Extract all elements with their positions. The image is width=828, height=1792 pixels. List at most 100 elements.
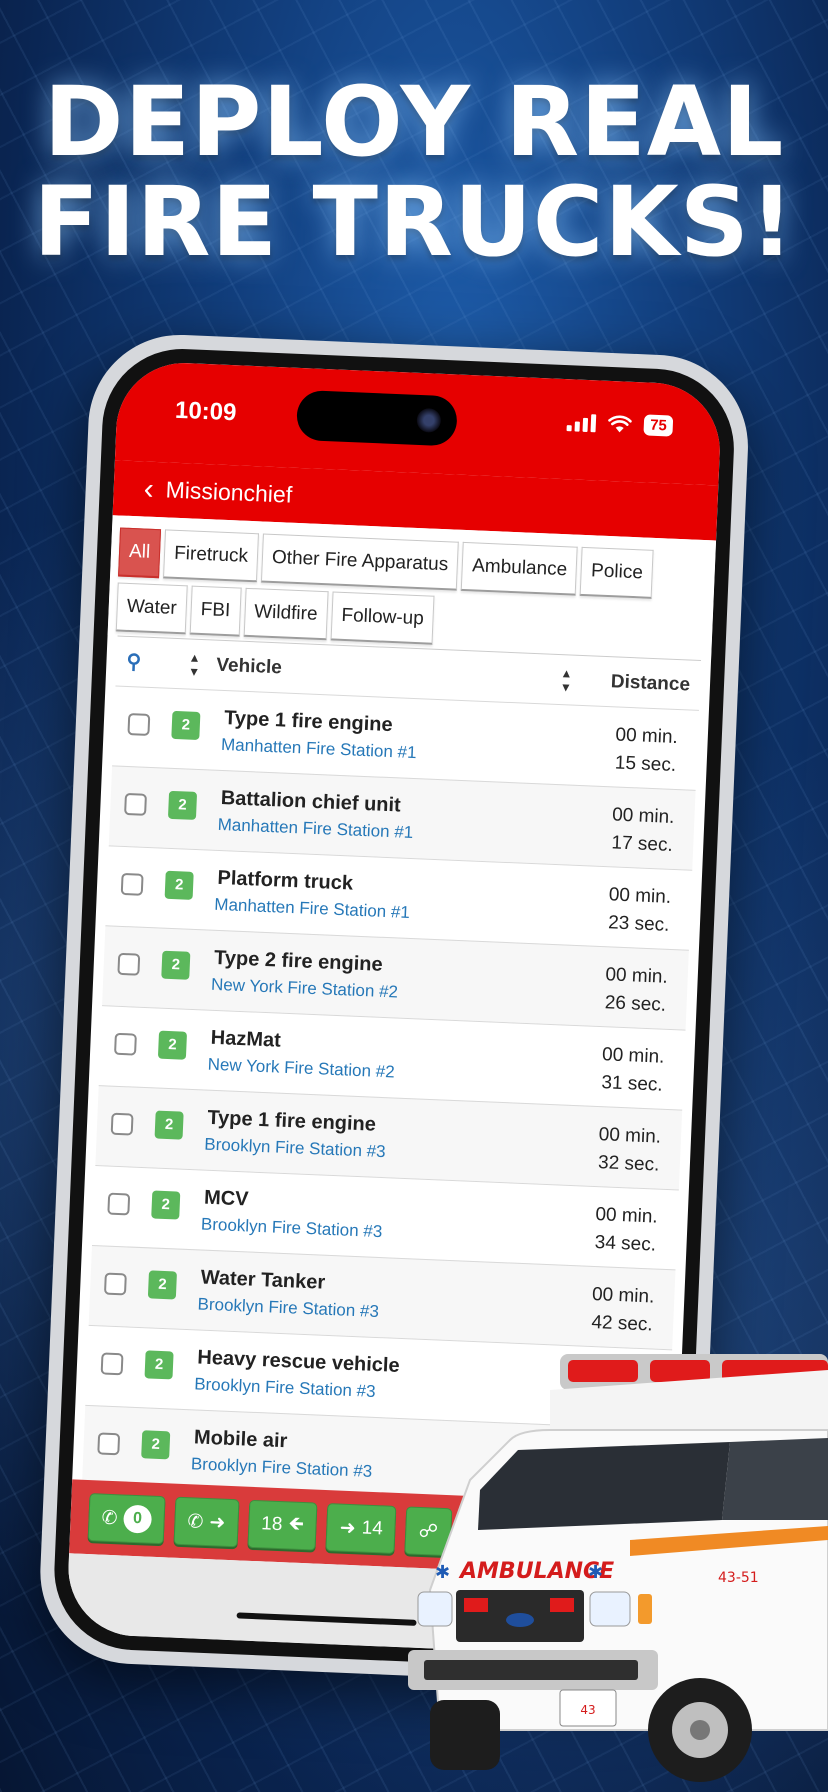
select-vehicle-checkbox[interactable] (124, 792, 147, 816)
distance-seconds: 26 sec. (604, 992, 667, 1016)
vehicle-station-link[interactable]: Brooklyn Fire Station #3 (194, 1374, 376, 1402)
tab-follow-up[interactable]: Follow-up (330, 591, 435, 645)
chevron-left-icon: ‹ (143, 471, 155, 506)
distance-minutes: 00 min. (611, 804, 675, 828)
call-forward-button[interactable]: ✆ ➜ (173, 1496, 240, 1548)
arrow-right-icon: ➜ (208, 1511, 226, 1534)
distance-seconds: 32 sec. (597, 1152, 660, 1176)
tab-police[interactable]: Police (580, 546, 654, 599)
distance-minutes: 00 min. (598, 1124, 662, 1148)
vehicle-count-badge: 2 (167, 790, 198, 820)
vehicle-count-badge: 2 (141, 1430, 171, 1460)
distance-seconds: 23 sec. (607, 912, 670, 936)
vehicle-distance: 00 min. 23 sec. (607, 881, 672, 940)
vehicle-name: Battalion chief unit (220, 786, 402, 817)
distance-minutes: 00 min. (601, 1044, 665, 1068)
vehicle-station-link[interactable]: Manhatten Fire Station #1 (217, 815, 413, 843)
arrow-right-icon: ➜ (339, 1517, 357, 1539)
vehicle-station-link[interactable]: Manhatten Fire Station #1 (214, 895, 410, 923)
vehicle-count-badge: 2 (154, 1110, 184, 1140)
sort-icon[interactable]: ▲ ▼ (560, 666, 573, 694)
vehicle-station-link[interactable]: Brooklyn Fire Station #3 (191, 1454, 373, 1482)
vehicle-count-badge: 2 (151, 1190, 181, 1220)
headline: DEPLOY REAL FIRE TRUCKS! (0, 72, 828, 272)
vehicle-name: Mobile air (193, 1426, 288, 1453)
distance-seconds: 17 sec. (611, 832, 674, 856)
distance-minutes: 00 min. (608, 884, 672, 908)
arrow-left-icon: 🡸 (287, 1513, 305, 1536)
vehicle-distance: 00 min. 26 sec. (604, 961, 669, 1020)
vehicle-name: Type 2 fire engine (213, 946, 384, 976)
vehicle-count-badge: 2 (164, 870, 194, 900)
column-distance[interactable]: Distance (610, 671, 690, 696)
phone-icon: ✆ (101, 1507, 118, 1529)
vehicle-distance: 00 min. 34 sec. (594, 1201, 659, 1260)
vehicle-name: HazMat (210, 1026, 282, 1052)
ambulance-unit: 43-51 (718, 1570, 759, 1586)
distance-seconds: 15 sec. (614, 752, 677, 776)
select-vehicle-checkbox[interactable] (100, 1352, 124, 1376)
vehicle-count-badge: 2 (144, 1350, 174, 1380)
tab-wildfire[interactable]: Wildfire (243, 587, 329, 641)
vehicle-name: Platform truck (217, 866, 354, 895)
previous-mission-button[interactable]: 18 🡸 (247, 1499, 318, 1551)
vehicle-station-link[interactable]: Brooklyn Fire Station #3 (201, 1215, 383, 1243)
distance-minutes: 00 min. (594, 1204, 659, 1228)
vehicle-station-link[interactable]: New York Fire Station #2 (211, 975, 399, 1003)
vehicle-count-badge: 2 (171, 710, 201, 741)
signal-icon (566, 413, 597, 432)
vehicle-station-link[interactable]: Brooklyn Fire Station #3 (204, 1135, 386, 1163)
headline-line-1: DEPLOY REAL (43, 66, 785, 178)
select-vehicle-checkbox[interactable] (117, 952, 141, 976)
select-vehicle-checkbox[interactable] (120, 872, 144, 896)
distance-minutes: 00 min. (615, 724, 679, 749)
tab-ambulance[interactable]: Ambulance (461, 541, 579, 596)
tab-fbi[interactable]: FBI (189, 585, 242, 637)
select-vehicle-checkbox[interactable] (114, 1032, 137, 1056)
svg-text:43: 43 (580, 1703, 595, 1717)
select-vehicle-checkbox[interactable] (97, 1432, 121, 1456)
vehicle-station-link[interactable]: Brooklyn Fire Station #3 (197, 1294, 379, 1322)
tab-water[interactable]: Water (115, 582, 188, 635)
headline-line-2: FIRE TRUCKS! (33, 166, 795, 278)
tab-firetruck[interactable]: Firetruck (163, 529, 260, 583)
search-icon[interactable]: ⚲ (126, 649, 142, 675)
vehicle-name: MCV (203, 1186, 249, 1211)
vehicle-count-badge: 2 (147, 1270, 177, 1300)
select-vehicle-checkbox[interactable] (110, 1112, 134, 1136)
vehicle-distance: 00 min. 31 sec. (600, 1041, 665, 1100)
distance-minutes: 00 min. (605, 964, 669, 988)
nav-back-label: Missionchief (165, 476, 293, 508)
distance-seconds: 34 sec. (594, 1232, 657, 1256)
status-time: 10:09 (174, 396, 237, 427)
vehicle-name: Type 1 fire engine (223, 707, 394, 737)
vehicle-name: Heavy rescue vehicle (196, 1346, 401, 1377)
vehicle-station-link[interactable]: Manhatten Fire Station #1 (221, 735, 417, 763)
call-count: 0 (122, 1504, 153, 1534)
svg-text:✱: ✱ (435, 1562, 450, 1583)
previous-count: 18 (260, 1513, 283, 1536)
vehicle-count-badge: 2 (157, 1030, 188, 1060)
battery-icon: 75 (643, 414, 674, 437)
next-count: 14 (361, 1517, 384, 1540)
dynamic-island (295, 389, 458, 447)
vehicle-station-link[interactable]: New York Fire Station #2 (207, 1055, 395, 1083)
home-indicator[interactable] (236, 1612, 417, 1626)
tab-all[interactable]: All (118, 527, 162, 579)
select-vehicle-checkbox[interactable] (107, 1192, 131, 1216)
select-vehicle-checkbox[interactable] (127, 713, 151, 736)
vehicle-distance: 00 min. 15 sec. (614, 721, 679, 780)
tab-other-fire-apparatus[interactable]: Other Fire Apparatus (260, 533, 460, 591)
call-button[interactable]: ✆ 0 (87, 1493, 166, 1545)
sort-icon[interactable]: ▲ ▼ (188, 650, 201, 678)
vehicle-name: Water Tanker (200, 1266, 326, 1294)
select-vehicle-checkbox[interactable] (103, 1272, 127, 1296)
ambulance-illustration: AMBULANCE 43-51 ✱ ✱ 43 (408, 1354, 828, 1782)
vehicle-name: Type 1 fire engine (206, 1106, 377, 1136)
vehicle-distance: 00 min. 32 sec. (597, 1121, 662, 1180)
column-vehicle[interactable]: Vehicle (216, 654, 282, 679)
camera-icon (416, 407, 442, 433)
phone-icon: ✆ (187, 1510, 204, 1533)
next-mission-button[interactable]: ➜ 14 (325, 1503, 397, 1554)
vehicle-count-badge: 2 (161, 950, 191, 980)
